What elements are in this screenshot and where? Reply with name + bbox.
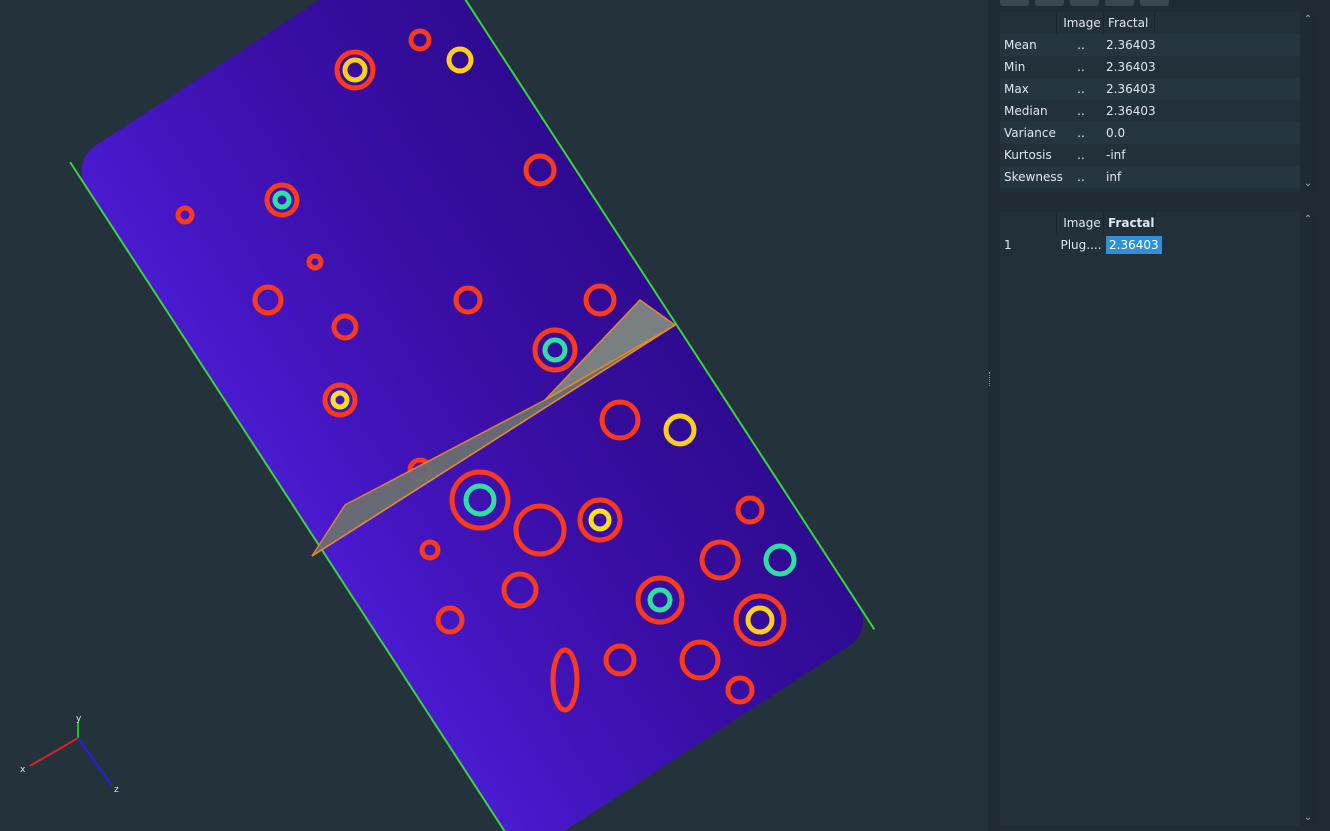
stats-scrollbar[interactable]: ⌃ ⌄ bbox=[1300, 12, 1316, 192]
table-row[interactable]: Mean .. 2.36403 bbox=[1000, 34, 1308, 56]
orientation-axes: x y z bbox=[20, 714, 119, 795]
right-panel: Image Fractal Mean .. 2.36403 Min .. 2.3… bbox=[992, 0, 1330, 831]
chevron-down-icon[interactable]: ⌄ bbox=[1302, 812, 1314, 824]
table-row[interactable]: Median .. 2.36403 bbox=[1000, 100, 1308, 122]
row-index: 1 bbox=[1004, 238, 1012, 252]
row-image: Plug.... bbox=[1060, 238, 1102, 252]
toolbar-button[interactable] bbox=[1035, 0, 1064, 6]
row-label: Skewness bbox=[1004, 170, 1063, 184]
chevron-up-icon[interactable]: ⌃ bbox=[1302, 214, 1314, 226]
row-fractal: 2.36403 bbox=[1106, 104, 1156, 118]
toolbar-button[interactable] bbox=[1000, 0, 1029, 6]
selected-cell[interactable]: 2.36403 bbox=[1106, 236, 1162, 254]
table-header: Image Fractal bbox=[1000, 12, 1308, 34]
row-label: Mean bbox=[1004, 38, 1037, 52]
row-label: Median bbox=[1004, 104, 1048, 118]
left-splitter[interactable] bbox=[0, 0, 2, 831]
table-row[interactable]: Kurtosis .. -inf bbox=[1000, 144, 1308, 166]
row-fractal: -inf bbox=[1106, 148, 1126, 162]
table-row[interactable]: Max .. 2.36403 bbox=[1000, 78, 1308, 100]
table-row[interactable]: Variance .. 0.0 bbox=[1000, 122, 1308, 144]
results-table[interactable]: Image Fractal 1 Plug.... 2.36403 bbox=[1000, 212, 1308, 826]
header-fractal[interactable]: Fractal bbox=[1104, 212, 1155, 234]
axis-x-label: x bbox=[20, 765, 26, 775]
row-fractal: 2.36403 bbox=[1106, 38, 1156, 52]
row-label: Kurtosis bbox=[1004, 148, 1052, 162]
row-image: .. bbox=[1077, 82, 1085, 96]
header-image[interactable]: Image bbox=[1057, 212, 1104, 234]
row-image: .. bbox=[1077, 60, 1085, 74]
row-image: .. bbox=[1077, 170, 1085, 184]
header-image[interactable]: Image bbox=[1057, 12, 1104, 34]
row-label: Variance bbox=[1004, 126, 1056, 140]
toolbar-button[interactable] bbox=[1105, 0, 1134, 6]
toolbar-button[interactable] bbox=[1140, 0, 1169, 6]
row-fractal: 2.36403 bbox=[1106, 60, 1156, 74]
row-image: .. bbox=[1077, 148, 1085, 162]
axis-z-label: z bbox=[114, 785, 119, 795]
table-row[interactable]: Skewness .. inf bbox=[1000, 166, 1308, 188]
header-fractal[interactable]: Fractal bbox=[1104, 12, 1155, 34]
table-header: Image Fractal bbox=[1000, 212, 1308, 234]
chevron-down-icon[interactable]: ⌄ bbox=[1302, 178, 1314, 190]
toolbar bbox=[1000, 0, 1169, 6]
row-fractal: 2.36403 bbox=[1106, 82, 1156, 96]
header-blank bbox=[1000, 12, 1057, 34]
rock-plug-cylinder bbox=[69, 0, 876, 831]
header-blank bbox=[1000, 212, 1057, 234]
statistics-table[interactable]: Image Fractal Mean .. 2.36403 Min .. 2.3… bbox=[1000, 12, 1308, 192]
row-label: Min bbox=[1004, 60, 1026, 74]
row-image: .. bbox=[1077, 38, 1085, 52]
row-fractal: 0.0 bbox=[1106, 126, 1126, 140]
left-splitter-grip-icon bbox=[0, 372, 2, 386]
row-image: .. bbox=[1077, 104, 1085, 118]
chevron-up-icon[interactable]: ⌃ bbox=[1302, 14, 1314, 26]
row-image: .. bbox=[1077, 126, 1085, 140]
table-row[interactable]: Min .. 2.36403 bbox=[1000, 56, 1308, 78]
row-fractal: inf bbox=[1106, 170, 1122, 184]
axis-y-label: y bbox=[76, 714, 82, 724]
toolbar-button[interactable] bbox=[1070, 0, 1099, 6]
row-label: Max bbox=[1004, 82, 1029, 96]
results-scrollbar[interactable]: ⌃ ⌄ bbox=[1300, 212, 1316, 826]
volume-render: x y z bbox=[20, 0, 876, 831]
3d-viewport[interactable]: x y z bbox=[0, 0, 988, 831]
table-row[interactable]: 1 Plug.... 2.36403 bbox=[1000, 234, 1308, 256]
